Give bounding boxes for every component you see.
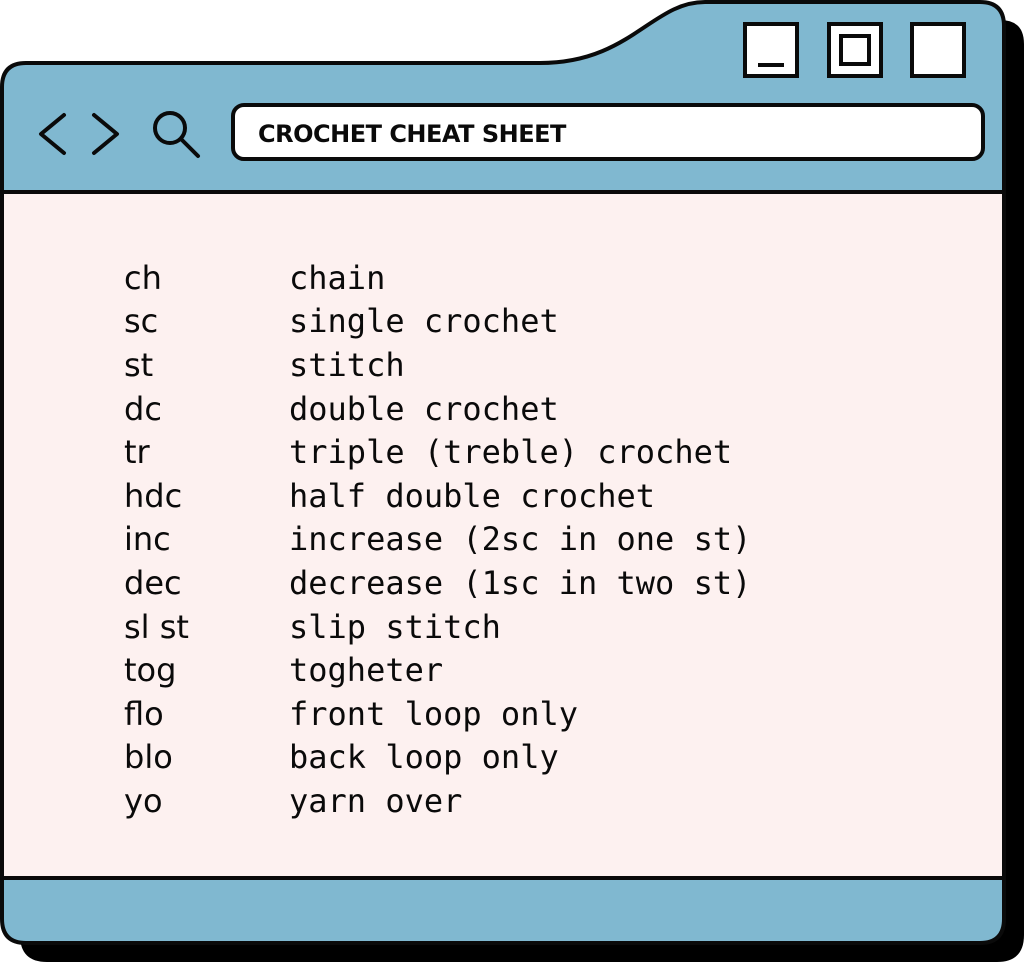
chevron-right-icon[interactable] <box>84 108 126 160</box>
close-button[interactable] <box>910 22 966 78</box>
meaning: stitch <box>289 345 405 384</box>
abbreviation: sl st <box>124 607 189 646</box>
meaning: single crochet <box>289 302 559 341</box>
meaning: decrease (1sc in two st) <box>289 563 752 602</box>
abbreviation: st <box>124 345 154 384</box>
meaning: slip stitch <box>289 607 501 646</box>
abbreviation: tr <box>124 433 150 472</box>
list-item: tog togheter <box>124 648 751 692</box>
meaning: increase (2sc in one st) <box>289 520 752 559</box>
maximize-button[interactable] <box>827 22 883 78</box>
meaning: chain <box>289 258 386 297</box>
list-item: ch chain <box>124 256 751 300</box>
abbreviation: blo <box>124 738 173 777</box>
search-icon[interactable] <box>146 104 204 164</box>
list-item: hdc half double crochet <box>124 474 751 518</box>
abbreviation: flo <box>124 694 164 733</box>
list-item: st stitch <box>124 343 751 387</box>
abbreviation: sc <box>124 302 159 341</box>
abbreviation: hdc <box>124 476 183 515</box>
list-item: flo front loop only <box>124 692 751 736</box>
list-item: sl st slip stitch <box>124 605 751 649</box>
list-item: yo yarn over <box>124 779 751 823</box>
meaning: back loop only <box>289 738 559 777</box>
meaning: togheter <box>289 651 444 690</box>
meaning: double crochet <box>289 389 559 428</box>
meaning: front loop only <box>289 694 578 733</box>
abbreviation: yo <box>124 781 163 820</box>
abbreviation: dc <box>124 389 162 428</box>
meaning: triple (treble) crochet <box>289 433 733 472</box>
browser-window: CROCHET CHEAT SHEET ch chain sc single c… <box>0 0 1024 963</box>
list-item: blo back loop only <box>124 736 751 780</box>
status-bar <box>0 876 1006 945</box>
chevron-left-icon[interactable] <box>32 108 74 160</box>
meaning: yarn over <box>289 781 463 820</box>
list-item: dec decrease (1sc in two st) <box>124 561 751 605</box>
list-item: sc single crochet <box>124 300 751 344</box>
minimize-button[interactable] <box>743 22 799 78</box>
list-item: tr triple (treble) crochet <box>124 430 751 474</box>
meaning: half double crochet <box>289 476 656 515</box>
list-item: inc increase (2sc in one st) <box>124 518 751 562</box>
abbreviation: tog <box>124 651 177 690</box>
list-item: dc double crochet <box>124 387 751 431</box>
abbreviation: ch <box>124 258 162 297</box>
address-bar-text[interactable]: CROCHET CHEAT SHEET <box>258 114 566 154</box>
abbreviation: inc <box>124 520 171 559</box>
abbreviation: dec <box>124 563 182 602</box>
abbreviation-list: ch chain sc single crochet st stitch dc … <box>124 256 751 823</box>
